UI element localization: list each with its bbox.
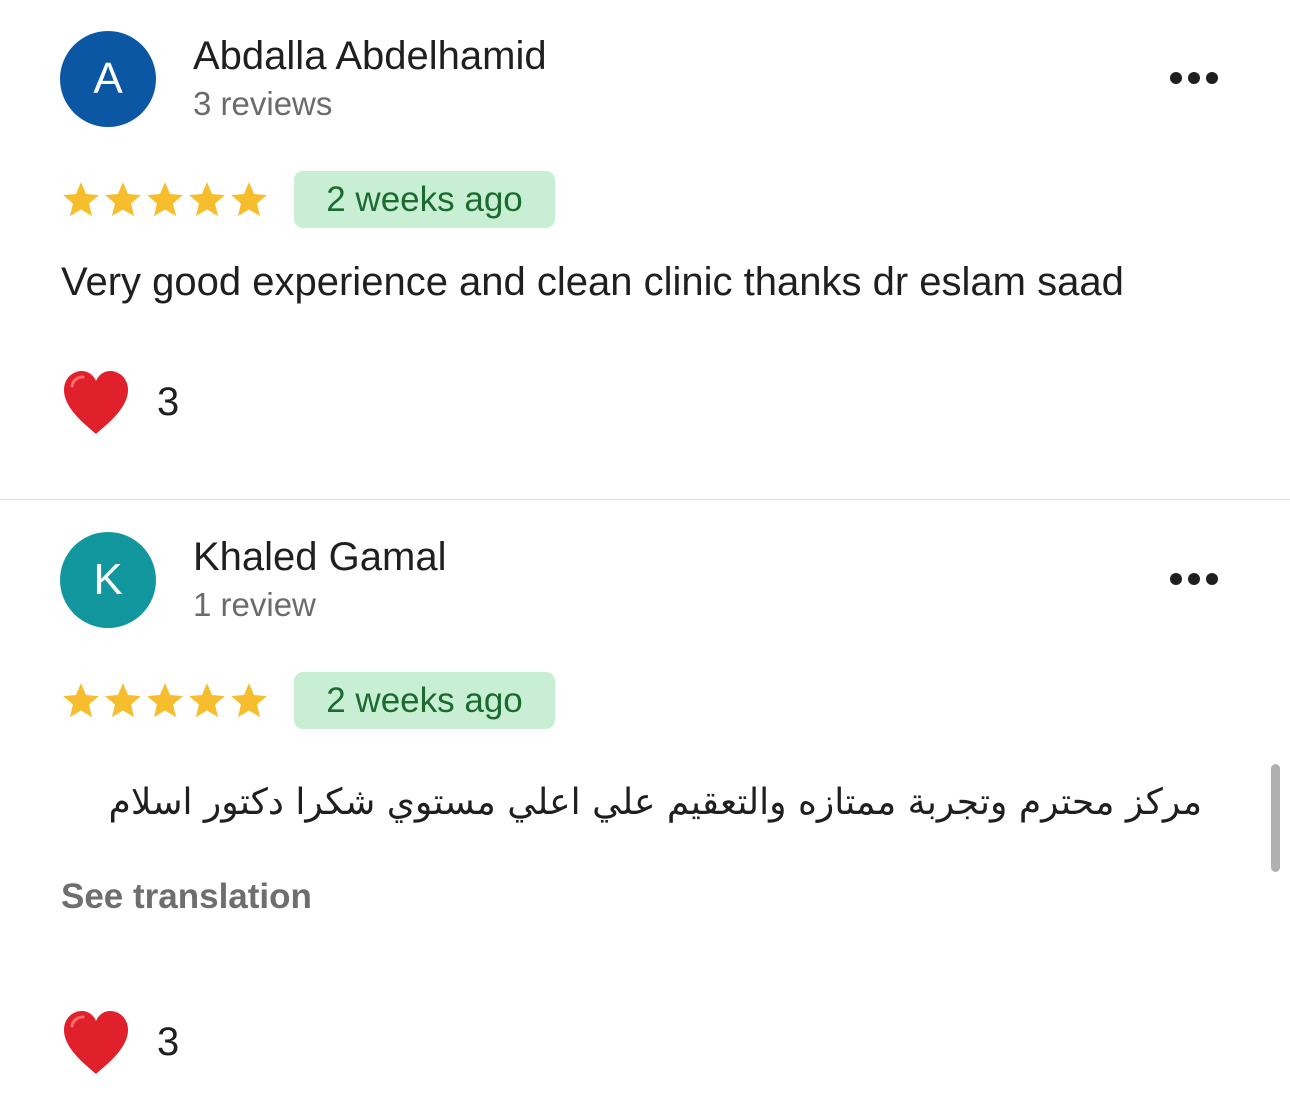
review-card: K Khaled Gamal 1 review 2 weeks ago مركز… [0, 501, 1290, 1109]
reaction-count: 3 [157, 380, 180, 424]
star-icon [147, 683, 183, 718]
star-icon [189, 683, 225, 718]
reviewer-review-count: 3 reviews [193, 85, 333, 122]
star-icon [63, 683, 99, 718]
more-dot-icon [1206, 573, 1218, 585]
more-options-button[interactable] [1158, 557, 1230, 601]
review-text: Very good experience and clean clinic th… [61, 260, 1124, 304]
star-icon [63, 182, 99, 217]
star-icon [105, 683, 141, 718]
avatar[interactable]: K [60, 532, 156, 628]
star-icon [189, 182, 225, 217]
more-dot-icon [1206, 72, 1218, 84]
reviewer-review-count: 1 review [193, 586, 316, 623]
star-icon [231, 683, 267, 718]
reaction-count: 3 [157, 1020, 180, 1064]
star-icon [105, 182, 141, 217]
star-rating [60, 175, 270, 225]
reaction-button[interactable]: 3 [60, 1006, 179, 1078]
review-card: A Abdalla Abdelhamid 3 reviews 2 weeks a… [0, 0, 1290, 500]
time-badge: 2 weeks ago [294, 171, 555, 228]
star-icon [147, 182, 183, 217]
more-dot-icon [1170, 573, 1182, 585]
reviewer-name[interactable]: Abdalla Abdelhamid [193, 33, 547, 79]
more-options-button[interactable] [1158, 56, 1230, 100]
see-translation-link[interactable]: See translation [61, 876, 312, 918]
star-icon [231, 182, 267, 217]
red-heart-icon [64, 1011, 128, 1074]
more-dot-icon [1188, 573, 1200, 585]
time-badge: 2 weeks ago [294, 672, 555, 729]
more-dot-icon [1188, 72, 1200, 84]
more-dot-icon [1170, 72, 1182, 84]
review-divider [0, 499, 1290, 500]
star-rating [60, 676, 270, 726]
avatar[interactable]: A [60, 31, 156, 127]
red-heart-icon [64, 371, 128, 434]
scrollbar[interactable] [1271, 764, 1280, 872]
review-text: مركز محترم وتجربة ممتازه والتعقيم علي اع… [108, 782, 1202, 823]
reviewer-name[interactable]: Khaled Gamal [193, 534, 446, 580]
reaction-button[interactable]: 3 [60, 366, 179, 438]
